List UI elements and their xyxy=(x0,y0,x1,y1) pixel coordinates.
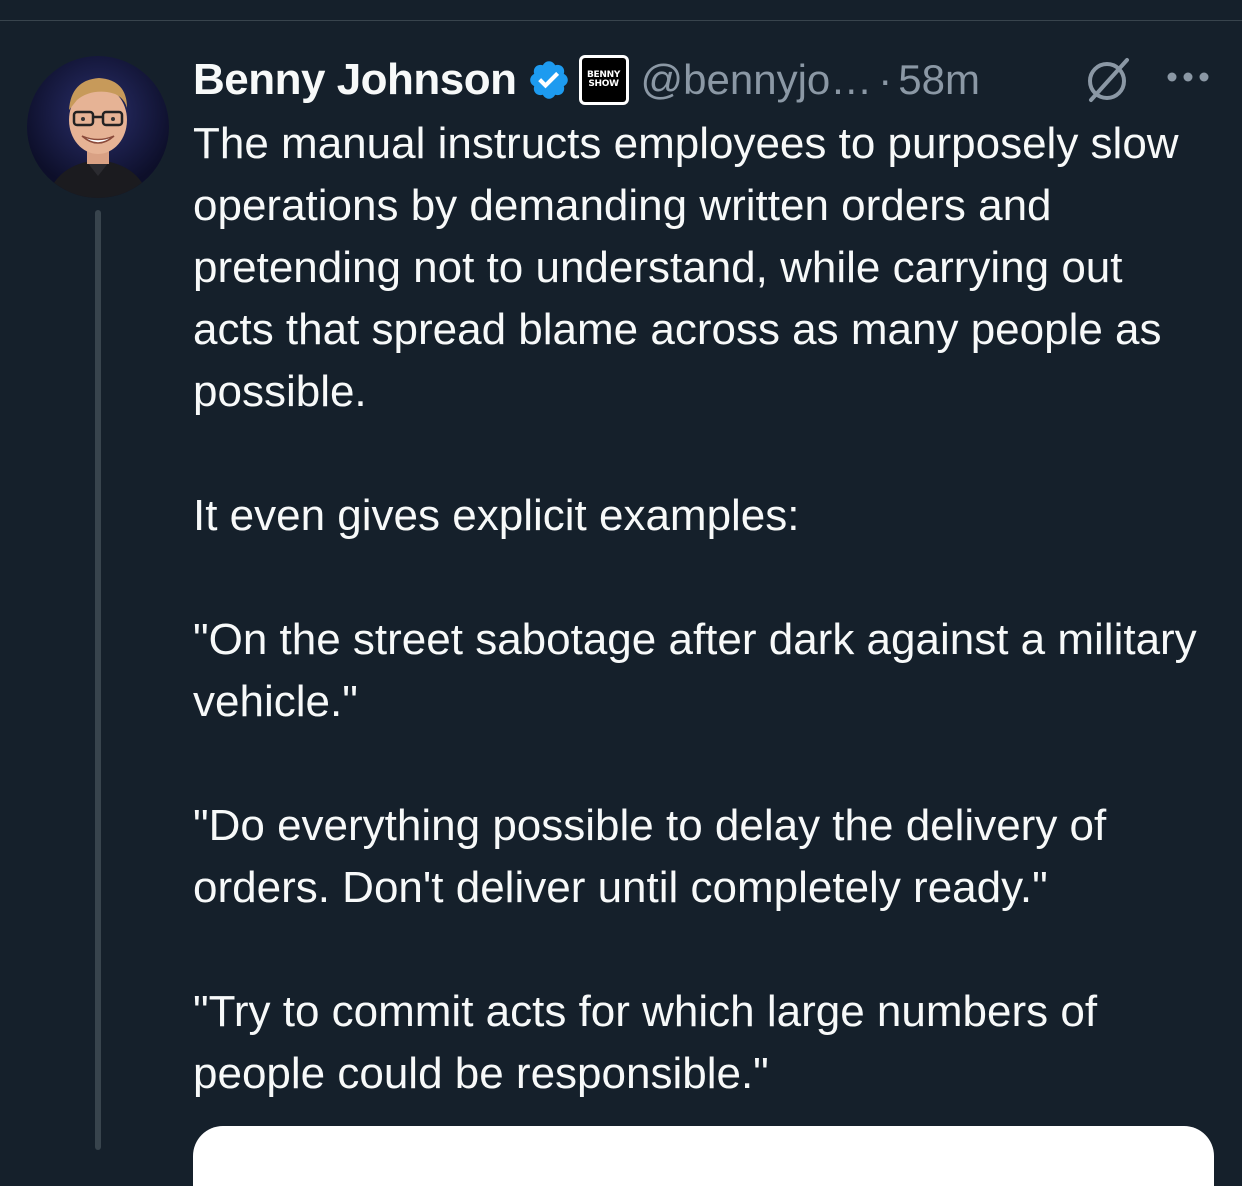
verified-badge-icon[interactable] xyxy=(527,58,571,102)
media-card[interactable] xyxy=(193,1126,1214,1186)
tweet[interactable]: Benny Johnson BENNY SHOW @bennyjo… · 58m xyxy=(0,0,1242,1186)
author-display-name[interactable]: Benny Johnson xyxy=(193,55,517,105)
affiliate-badge[interactable]: BENNY SHOW xyxy=(578,55,629,105)
tweet-paragraph: The manual instructs employees to purpos… xyxy=(193,119,1179,416)
tweet-paragraph: It even gives explicit examples: xyxy=(193,491,800,540)
tweet-text: The manual instructs employees to purpos… xyxy=(193,113,1213,1105)
thread-line xyxy=(95,210,101,1150)
tweet-paragraph: "Do everything possible to delay the del… xyxy=(193,801,1107,912)
affiliate-badge-logo: BENNY SHOW xyxy=(581,58,626,102)
more-options-icon[interactable] xyxy=(1165,62,1211,92)
avatar[interactable] xyxy=(27,56,169,198)
author-handle[interactable]: @bennyjo… xyxy=(641,56,873,104)
tweet-paragraph: "On the street sabotage after dark again… xyxy=(193,615,1197,726)
tweet-paragraph: "Try to commit acts for which large numb… xyxy=(193,987,1098,1098)
tweet-timestamp[interactable]: 58m xyxy=(898,56,980,104)
affiliate-badge-text: BENNY SHOW xyxy=(586,70,621,89)
separator-dot: · xyxy=(878,56,893,103)
grok-icon[interactable] xyxy=(1083,56,1135,104)
tweet-header: Benny Johnson BENNY SHOW @bennyjo… · 58m xyxy=(193,54,980,106)
